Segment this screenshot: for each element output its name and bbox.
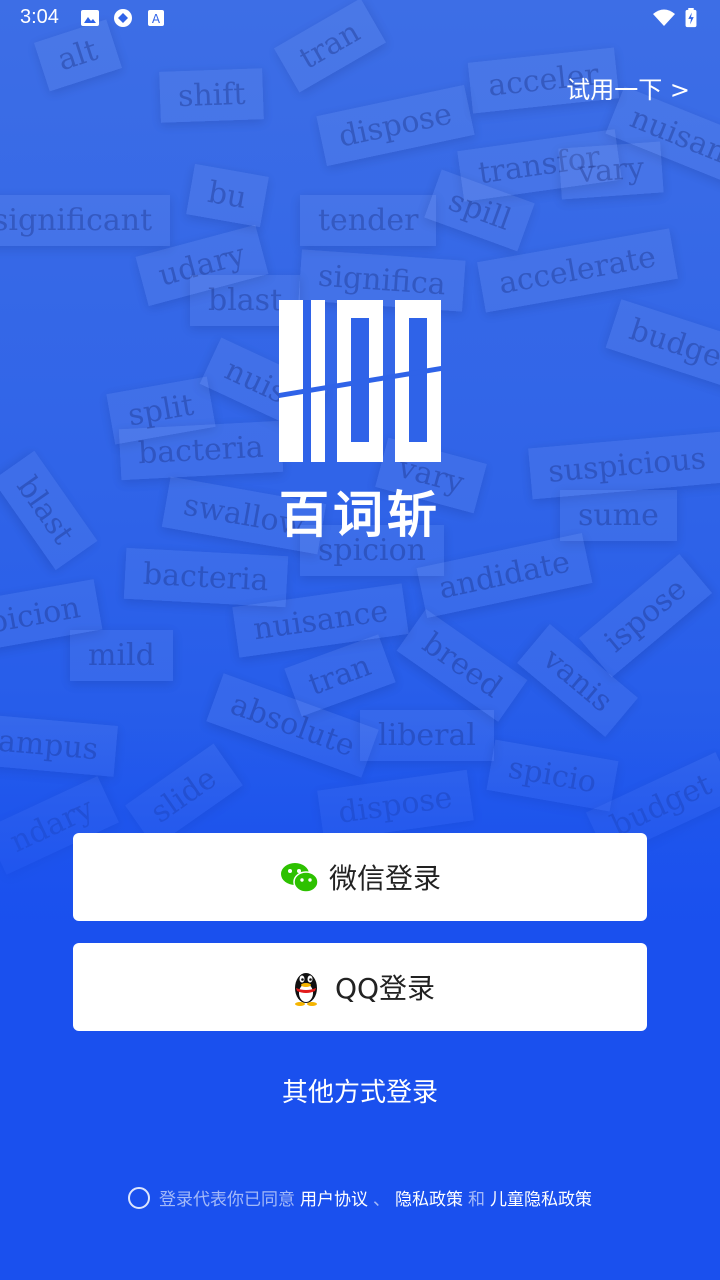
agreement-checkbox[interactable] [128,1186,150,1209]
svg-text:A: A [152,12,161,26]
agreement-row: 登录代表你已同意 用户协议 、 隐私政策 和 儿童隐私政策 [0,1185,720,1210]
sync-notification-icon [114,9,132,27]
agreement-prefix: 登录代表你已同意 [159,1190,295,1210]
battery-icon [685,8,697,28]
bg-word: dispose [316,84,475,167]
image-notification-icon [81,10,99,26]
qq-login-label: QQ登录 [334,972,436,1005]
user-agreement-link[interactable]: 用户协议 [300,1185,368,1210]
bg-word: significant [0,195,171,246]
status-time: 3:04 [20,6,59,28]
status-bar: 3:04 A [0,0,720,36]
bg-word: tender [300,195,437,246]
bg-word: shift [159,68,265,123]
try-it-link[interactable]: 试用一下 > [566,70,690,105]
bg-word: bacteria [118,420,283,481]
app-name: 百词斩 [279,486,441,544]
wechat-icon [280,863,319,893]
wechat-login-button[interactable]: 微信登录 [73,833,647,921]
bg-word: breed [396,608,528,723]
other-login-link[interactable]: 其他方式登录 [0,1072,720,1109]
agreement-and: 和 [468,1190,485,1210]
bg-word: budget [605,299,720,392]
qq-penguin-icon [294,973,317,1006]
bg-word: bu [186,163,269,228]
qq-login-button[interactable]: QQ登录 [73,943,647,1031]
wechat-login-label: 微信登录 [328,862,441,895]
bg-word: vary [558,141,664,200]
child-privacy-policy-link[interactable]: 儿童隐私政策 [490,1185,592,1210]
privacy-policy-link[interactable]: 隐私政策 [395,1185,463,1210]
agreement-separator: 、 [373,1190,390,1210]
wifi-icon [653,9,675,26]
bg-word: bacteria [123,547,288,608]
bg-word: ispose [578,553,713,678]
app-logo-100-icon [279,300,441,462]
bg-word: mild [70,630,173,681]
translate-notification-icon: A [148,10,164,26]
